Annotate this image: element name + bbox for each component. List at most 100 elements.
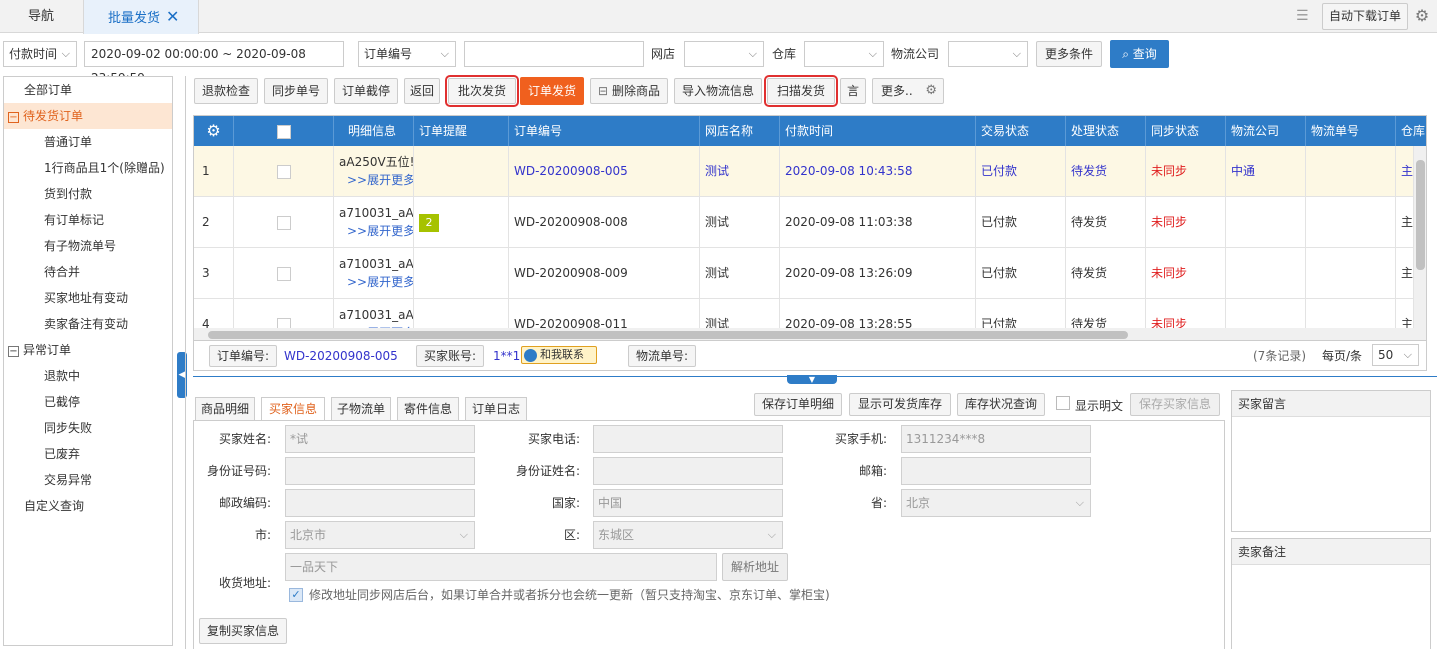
list-view-icon[interactable]: ☰ — [1296, 8, 1314, 24]
vertical-scrollbar-thumb[interactable] — [1416, 160, 1425, 270]
date-range-input[interactable]: 2020-09-02 00:00:00 ~ 2020-09-08 23:59:5… — [84, 41, 344, 85]
gear-icon[interactable]: ⚙ — [1412, 6, 1432, 26]
back-button[interactable]: 返回 — [404, 78, 440, 104]
select-all-checkbox[interactable] — [276, 124, 291, 139]
horizontal-scrollbar-thumb[interactable] — [208, 331, 1128, 339]
column-header[interactable]: 订单提醒 — [414, 116, 509, 146]
district-select[interactable]: 东城区 ⌵ — [593, 521, 783, 549]
remind-badge[interactable]: 2 — [419, 213, 439, 232]
query-button[interactable]: ⌕ 查询 — [1110, 40, 1169, 68]
buyer-phone-field[interactable] — [593, 425, 783, 453]
save-buyer-button[interactable]: 保存买家信息 — [1130, 393, 1220, 416]
sidebar-item-single-goods[interactable]: 1行商品且1个(除赠品) — [4, 155, 172, 181]
sidebar-item-refunding[interactable]: 退款中 — [4, 363, 172, 389]
per-page-select[interactable]: 50 ⌵ — [1372, 344, 1419, 366]
sidebar-item-note-changed[interactable]: 卖家备注有变动 — [4, 311, 172, 337]
row-checkbox[interactable] — [276, 164, 291, 179]
expand-more-link[interactable]: >>展开更多 — [339, 273, 413, 291]
id-number-field[interactable] — [285, 457, 475, 485]
column-header[interactable]: 交易状态 — [976, 116, 1066, 146]
show-plain-checkbox[interactable] — [1056, 396, 1070, 410]
order-no-cell[interactable]: WD-20200908-005 — [509, 146, 700, 197]
id-name-field[interactable] — [593, 457, 783, 485]
sidebar-item-to-merge[interactable]: 待合并 — [4, 259, 172, 285]
zip-field[interactable] — [285, 489, 475, 517]
sidebar-item-sub-waybill[interactable]: 有子物流单号 — [4, 233, 172, 259]
order-field-select[interactable]: 订单编号 ⌵ — [358, 41, 456, 67]
splitter-toggle[interactable]: ▼ — [787, 375, 837, 384]
column-header[interactable]: 付款时间 — [780, 116, 976, 146]
auto-download-button[interactable]: 自动下载订单 — [1322, 3, 1408, 30]
expand-more-link[interactable]: >>展开更多 — [339, 171, 413, 189]
table-row[interactable]: 3 a710031_aA >>展开更多 WD-20200908-009 测试 2… — [194, 248, 1414, 299]
vertical-scrollbar[interactable] — [1414, 146, 1426, 340]
order-no-cell[interactable]: WD-20200908-009 — [509, 248, 700, 299]
tab-batch-ship[interactable]: 批量发货 ✕ — [83, 0, 199, 34]
sidebar-item-address-changed[interactable]: 买家地址有变动 — [4, 285, 172, 311]
column-header[interactable]: 订单编号 — [509, 116, 700, 146]
shop-select[interactable]: ⌵ — [684, 41, 764, 67]
footer-order-no[interactable]: WD-20200908-005 — [284, 343, 398, 369]
warehouse-select[interactable]: ⌵ — [804, 41, 884, 67]
tab-buyer-info[interactable]: 买家信息 — [261, 397, 325, 421]
scan-ship-button[interactable]: 扫描发货 — [764, 75, 838, 107]
more-button[interactable]: 更多.. ⚙ — [872, 78, 944, 104]
sidebar-item-stopped[interactable]: 已截停 — [4, 389, 172, 415]
sidebar-item-normal[interactable]: 普通订单 — [4, 129, 172, 155]
email-field[interactable] — [901, 457, 1091, 485]
tab-navigation[interactable]: 导航 — [0, 0, 82, 33]
column-header[interactable]: 物流公司 — [1226, 116, 1306, 146]
tab-order-log[interactable]: 订单日志 — [465, 397, 527, 421]
sync-no-button[interactable]: 同步单号 — [264, 78, 328, 104]
refund-check-button[interactable]: 退款检查 — [194, 78, 258, 104]
extra-button[interactable]: 言 — [840, 78, 866, 104]
sidebar-item-abnormal[interactable]: − 异常订单 — [4, 337, 172, 363]
sidebar-item-all[interactable]: 全部订单 — [4, 77, 172, 103]
sidebar-item-pending[interactable]: − 待发货订单 — [4, 103, 172, 129]
pay-time-select[interactable]: 付款时间 ⌵ — [3, 41, 77, 67]
horizontal-scrollbar[interactable] — [194, 328, 1414, 340]
delete-goods-button[interactable]: ⊟ 删除商品 — [590, 78, 668, 104]
address-field[interactable]: 一品天下 — [285, 553, 717, 581]
order-no-cell[interactable]: WD-20200908-008 — [509, 197, 700, 248]
order-stop-button[interactable]: 订单截停 — [334, 78, 398, 104]
parse-address-button[interactable]: 解析地址 — [722, 553, 788, 581]
stock-query-button[interactable]: 库存状况查询 — [957, 393, 1045, 416]
column-settings-gear-icon[interactable]: ⚙ — [194, 116, 234, 146]
tab-sub-waybill[interactable]: 子物流单 — [331, 397, 391, 421]
city-select[interactable]: 北京市 ⌵ — [285, 521, 475, 549]
tab-sender-info[interactable]: 寄件信息 — [397, 397, 459, 421]
close-icon[interactable]: ✕ — [166, 7, 179, 26]
save-detail-button[interactable]: 保存订单明细 — [754, 393, 842, 416]
collapse-icon[interactable]: − — [8, 112, 19, 123]
buyer-mobile-field[interactable]: 1311234***8 — [901, 425, 1091, 453]
country-field[interactable]: 中国 — [593, 489, 783, 517]
column-header[interactable]: 网店名称 — [700, 116, 780, 146]
sidebar-item-order-mark[interactable]: 有订单标记 — [4, 207, 172, 233]
table-row[interactable]: 1 aA250V五位! >>展开更多 WD-20200908-005 测试 20… — [194, 146, 1414, 197]
order-search-input[interactable] — [464, 41, 644, 67]
sidebar-item-discarded[interactable]: 已废弃 — [4, 441, 172, 467]
column-header[interactable]: 明细信息 — [334, 116, 414, 146]
expand-more-link[interactable]: >>展开更多 — [339, 222, 413, 240]
row-checkbox[interactable] — [276, 215, 291, 230]
tab-goods-detail[interactable]: 商品明细 — [195, 397, 255, 421]
province-select[interactable]: 北京 ⌵ — [901, 489, 1091, 517]
more-conditions-button[interactable]: 更多条件 — [1036, 41, 1102, 67]
row-checkbox[interactable] — [276, 266, 291, 281]
collapse-icon[interactable]: − — [8, 346, 19, 357]
show-stock-button[interactable]: 显示可发货库存 — [849, 393, 951, 416]
sidebar-item-cod[interactable]: 货到付款 — [4, 181, 172, 207]
import-logistics-button[interactable]: 导入物流信息 — [674, 78, 762, 104]
column-header[interactable]: 物流单号 — [1306, 116, 1396, 146]
table-row[interactable]: 2 a710031_aA >>展开更多 2 WD-20200908-008 测试… — [194, 197, 1414, 248]
logistics-select[interactable]: ⌵ — [948, 41, 1028, 67]
column-header[interactable]: 处理状态 — [1066, 116, 1146, 146]
sidebar-item-sync-failed[interactable]: 同步失败 — [4, 415, 172, 441]
copy-buyer-button[interactable]: 复制买家信息 — [199, 618, 287, 644]
batch-ship-button[interactable]: 批次发货 — [445, 75, 519, 107]
column-header[interactable]: 同步状态 — [1146, 116, 1226, 146]
contact-me-button[interactable]: 和我联系 — [521, 346, 597, 364]
column-header[interactable]: 仓库 — [1396, 116, 1426, 146]
order-ship-button[interactable]: 订单发货 — [520, 77, 584, 105]
